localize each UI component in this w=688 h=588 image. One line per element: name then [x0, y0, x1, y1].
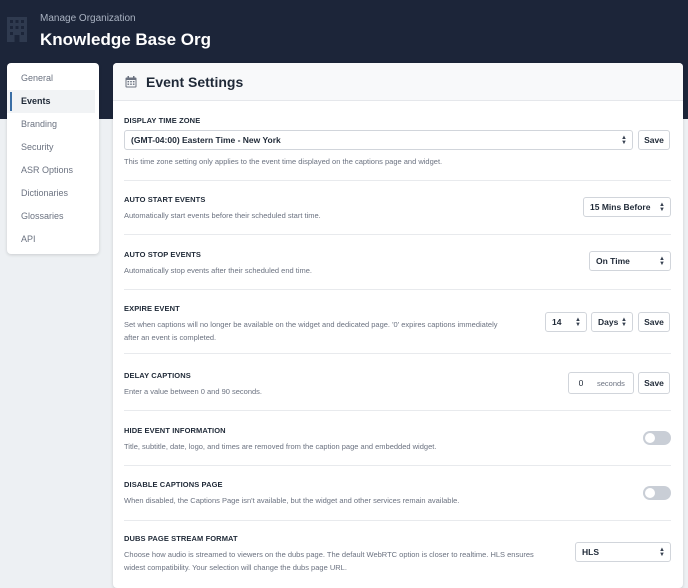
page-subtitle: Manage Organization: [40, 13, 136, 24]
chevron-updown-icon: ▲ ▼: [621, 317, 627, 328]
auto-start-label: AUTO START EVENTS: [124, 195, 206, 204]
expire-description-line2: after an event is completed.: [124, 333, 217, 342]
divider: [124, 353, 671, 354]
delay-seconds-input[interactable]: 0 seconds: [568, 372, 634, 394]
delay-label: DELAY CAPTIONS: [124, 371, 191, 380]
divider: [124, 465, 671, 466]
sidebar-item-api[interactable]: API: [7, 228, 99, 251]
divider: [124, 180, 671, 181]
auto-start-description: Automatically start events before their …: [124, 211, 321, 220]
expire-unit-select[interactable]: Days ▲ ▼: [591, 312, 633, 332]
sidebar-item-asr-options[interactable]: ASR Options: [7, 159, 99, 182]
auto-start-select[interactable]: 15 Mins Before ▲ ▼: [583, 197, 671, 217]
divider: [124, 520, 671, 521]
expire-label: EXPIRE EVENT: [124, 304, 180, 313]
dubs-format-section: DUBS PAGE STREAM FORMAT Choose how audio…: [124, 533, 671, 583]
auto-start-value: 15 Mins Before: [590, 202, 651, 212]
disable-captions-description: When disabled, the Captions Page isn't a…: [124, 496, 460, 505]
building-icon: [7, 17, 27, 42]
timezone-select[interactable]: (GMT-04:00) Eastern Time - New York ▲ ▼: [124, 130, 633, 150]
timezone-label: DISPLAY TIME ZONE: [124, 116, 201, 125]
panel-header: Event Settings: [113, 63, 683, 101]
dubs-format-description-line1: Choose how audio is streamed to viewers …: [124, 550, 534, 559]
hide-info-description: Title, subtitle, date, logo, and times a…: [124, 442, 437, 451]
divider: [124, 234, 671, 235]
dubs-format-label: DUBS PAGE STREAM FORMAT: [124, 534, 238, 543]
divider: [124, 289, 671, 290]
settings-sidebar: General Events Branding Security ASR Opt…: [7, 63, 99, 254]
dubs-format-select[interactable]: HLS ▲ ▼: [575, 542, 671, 562]
auto-stop-label: AUTO STOP EVENTS: [124, 250, 202, 259]
expire-number-value: 14: [552, 317, 562, 327]
auto-start-section: AUTO START EVENTS Automatically start ev…: [124, 193, 671, 233]
disable-captions-label: DISABLE CAPTIONS PAGE: [124, 480, 223, 489]
divider: [124, 410, 671, 411]
auto-stop-value: On Time: [596, 256, 630, 266]
delay-value: 0: [578, 378, 584, 388]
expire-number-select[interactable]: 14 ▲ ▼: [545, 312, 587, 332]
chevron-updown-icon: ▲ ▼: [621, 135, 627, 146]
expire-save-button[interactable]: Save: [638, 312, 670, 332]
timezone-section: DISPLAY TIME ZONE (GMT-04:00) Eastern Ti…: [124, 115, 671, 175]
auto-stop-section: AUTO STOP EVENTS Automatically stop even…: [124, 248, 671, 288]
expire-unit-value: Days: [598, 317, 619, 327]
expire-description-line1: Set when captions will no longer be avai…: [124, 320, 498, 329]
delay-save-button[interactable]: Save: [638, 372, 670, 394]
calendar-icon: [125, 75, 137, 87]
page-title: Knowledge Base Org: [40, 30, 211, 49]
hide-info-toggle[interactable]: [643, 431, 671, 445]
chevron-updown-icon: ▲ ▼: [659, 547, 665, 558]
sidebar-item-dictionaries[interactable]: Dictionaries: [7, 182, 99, 205]
delay-section: DELAY CAPTIONS Enter a value between 0 a…: [124, 366, 671, 411]
dubs-format-value: HLS: [582, 547, 599, 557]
disable-captions-toggle[interactable]: [643, 486, 671, 500]
dubs-format-description-line2: widest compatibility. Your selection wil…: [124, 563, 347, 572]
chevron-updown-icon: ▲ ▼: [659, 256, 665, 267]
panel-title: Event Settings: [146, 73, 244, 90]
delay-unit: seconds: [597, 378, 625, 388]
timezone-save-button[interactable]: Save: [638, 130, 670, 150]
timezone-description: This time zone setting only applies to t…: [124, 157, 443, 166]
event-settings-panel: Event Settings DISPLAY TIME ZONE (GMT-04…: [113, 63, 683, 588]
chevron-updown-icon: ▲ ▼: [575, 317, 581, 328]
auto-stop-description: Automatically stop events after their sc…: [124, 266, 313, 275]
timezone-value: (GMT-04:00) Eastern Time - New York: [131, 135, 281, 145]
hide-info-label: HIDE EVENT INFORMATION: [124, 426, 226, 435]
delay-description: Enter a value between 0 and 90 seconds.: [124, 387, 263, 396]
hide-info-section: HIDE EVENT INFORMATION Title, subtitle, …: [124, 424, 671, 464]
expire-section: EXPIRE EVENT Set when captions will no l…: [124, 303, 671, 353]
sidebar-item-events[interactable]: Events: [7, 90, 95, 113]
sidebar-item-glossaries[interactable]: Glossaries: [7, 205, 99, 228]
sidebar-item-security[interactable]: Security: [7, 136, 99, 159]
toggle-knob: [645, 433, 655, 443]
chevron-updown-icon: ▲ ▼: [659, 202, 665, 213]
toggle-knob: [645, 488, 655, 498]
disable-captions-section: DISABLE CAPTIONS PAGE When disabled, the…: [124, 479, 671, 519]
auto-stop-select[interactable]: On Time ▲ ▼: [589, 251, 671, 271]
sidebar-item-branding[interactable]: Branding: [7, 113, 99, 136]
sidebar-item-general[interactable]: General: [7, 67, 99, 90]
